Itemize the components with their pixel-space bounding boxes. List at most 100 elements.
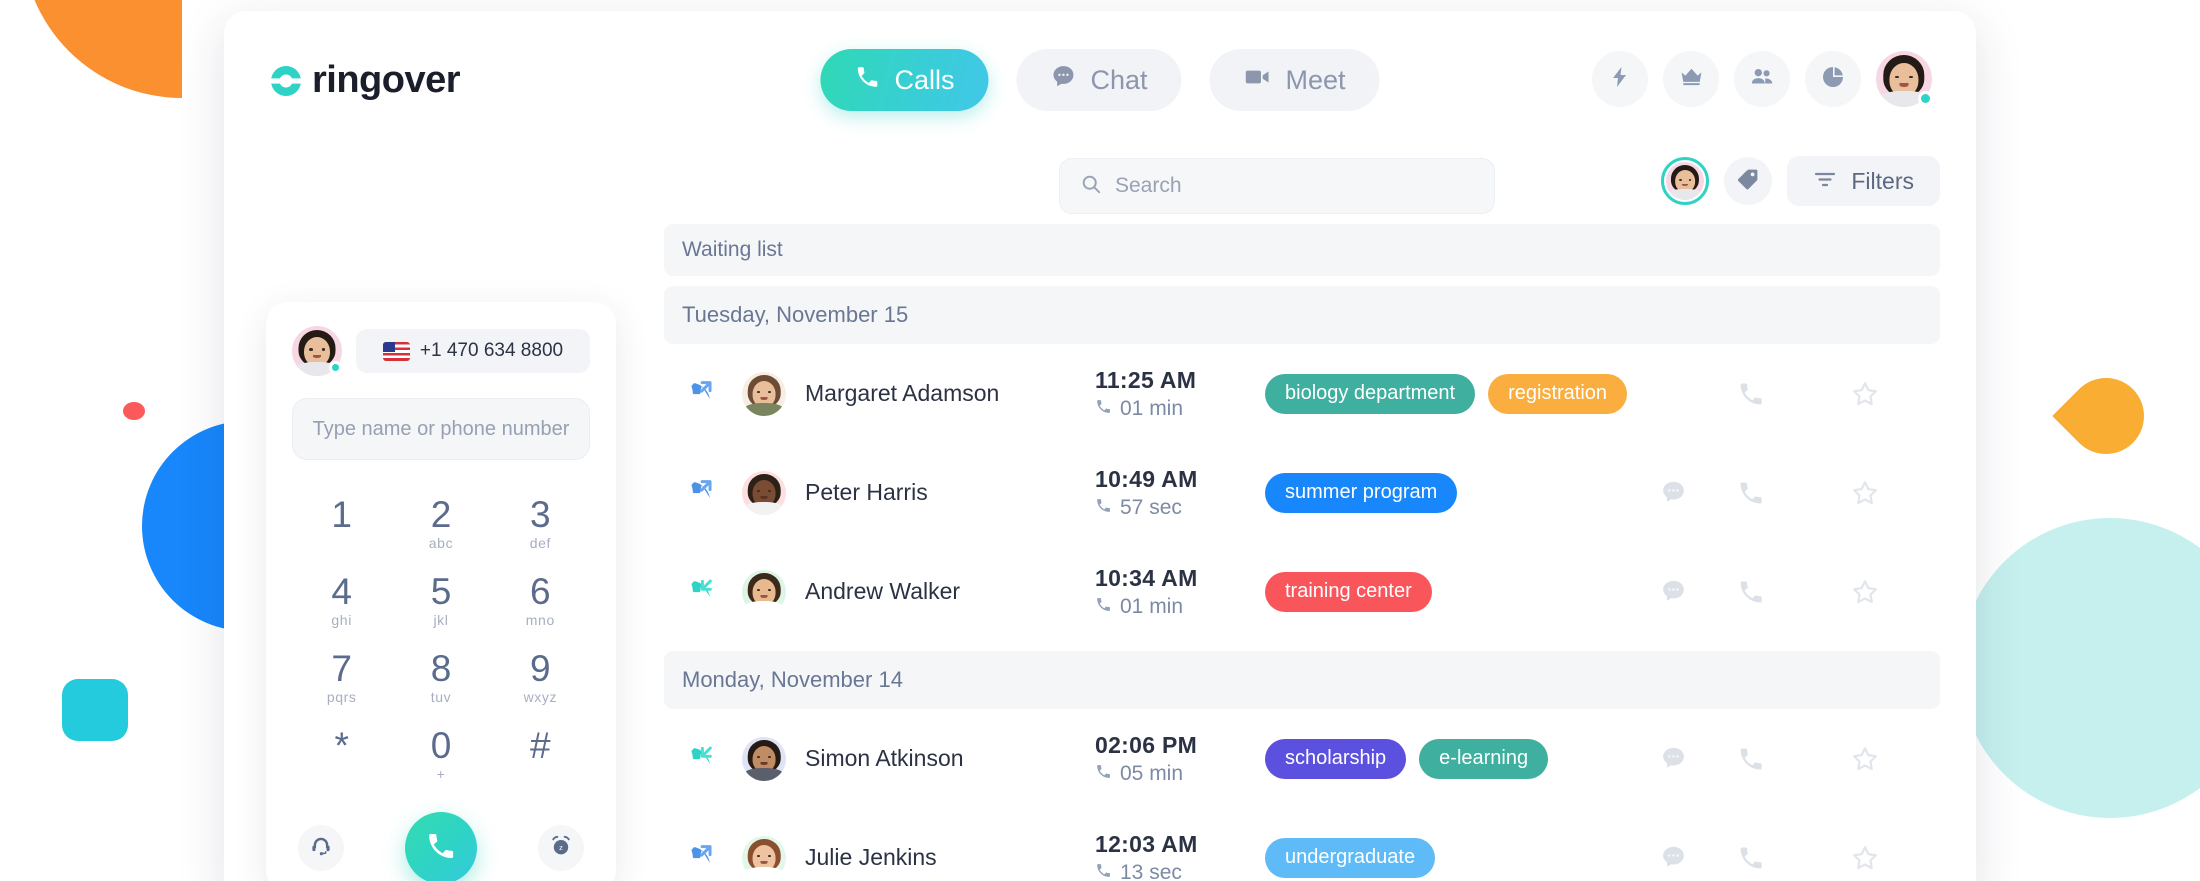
favorite-button[interactable] xyxy=(1790,379,1940,409)
chat-button[interactable] xyxy=(1634,578,1712,605)
key-5[interactable]: 5 jkl xyxy=(391,569,490,632)
search-input[interactable]: Search xyxy=(1059,158,1495,214)
call-tag[interactable]: biology department xyxy=(1265,373,1476,414)
calls-list: Waiting list Tuesday, November 15 Margar… xyxy=(634,224,1976,881)
call-duration: 01 min xyxy=(1120,396,1184,420)
key-digit: 1 xyxy=(331,494,352,535)
decoration-mint-circle xyxy=(1960,518,2200,818)
contacts-button[interactable] xyxy=(1734,51,1790,107)
call-back-button[interactable] xyxy=(1712,578,1790,606)
table-row[interactable]: Andrew Walker 10:34 AM 01 min training c… xyxy=(664,542,1940,641)
favorite-button[interactable] xyxy=(1790,577,1940,607)
key-0[interactable]: 0 + xyxy=(391,723,490,786)
call-tag[interactable]: undergraduate xyxy=(1265,837,1436,878)
chat-button[interactable] xyxy=(1634,844,1712,871)
favorite-button[interactable] xyxy=(1790,478,1940,508)
call-back-button[interactable] xyxy=(1712,844,1790,872)
tab-calls[interactable]: Calls xyxy=(820,49,989,111)
key-letters: jkl xyxy=(433,612,449,628)
statistics-button[interactable] xyxy=(1805,51,1861,107)
decoration-red-dot xyxy=(123,402,145,420)
row-actions xyxy=(1634,379,1940,409)
key-4[interactable]: 4 ghi xyxy=(292,569,391,632)
call-back-button[interactable] xyxy=(1712,745,1790,773)
tab-chat[interactable]: Chat xyxy=(1016,49,1182,111)
ringover-logo-icon xyxy=(269,64,303,98)
key-digit: 7 xyxy=(331,648,352,689)
chat-button[interactable] xyxy=(1634,479,1712,506)
tab-chat-label: Chat xyxy=(1090,64,1148,95)
logo-wordmark: ringover xyxy=(312,59,461,101)
table-row[interactable]: Simon Atkinson 02:06 PM 05 min scholarsh… xyxy=(664,709,1940,808)
outgoing-call-icon xyxy=(682,476,726,510)
call-duration-block: 01 min xyxy=(1095,595,1265,619)
waiting-list-header: Waiting list xyxy=(664,224,1940,276)
table-row[interactable]: Peter Harris 10:49 AM 57 sec summer prog… xyxy=(664,443,1940,542)
tab-calls-label: Calls xyxy=(894,64,955,95)
tab-meet[interactable]: Meet xyxy=(1209,49,1380,111)
contact-name: Peter Harris xyxy=(805,479,928,505)
table-row[interactable]: Julie Jenkins 12:03 AM 13 sec undergradu… xyxy=(664,808,1940,881)
avatar xyxy=(742,371,786,416)
dialer-footer: z xyxy=(292,812,590,881)
incoming-call-icon xyxy=(682,575,726,609)
key-star[interactable]: * xyxy=(292,723,391,786)
key-digit: 5 xyxy=(430,571,452,612)
tag-icon xyxy=(1736,167,1760,196)
dialer-avatar[interactable] xyxy=(292,326,342,376)
lightning-bolt-icon xyxy=(1608,65,1632,94)
call-back-button[interactable] xyxy=(1712,380,1790,408)
key-6[interactable]: 6 mno xyxy=(491,569,590,632)
phone-icon xyxy=(1095,595,1112,619)
call-time-block: 10:34 AM 01 min xyxy=(1095,565,1265,619)
profile-avatar-button[interactable] xyxy=(1876,51,1933,107)
favorite-button[interactable] xyxy=(1790,843,1940,873)
key-8[interactable]: 8 tuv xyxy=(391,646,490,709)
top-action-buttons xyxy=(1592,51,1933,107)
headset-button[interactable] xyxy=(298,825,344,871)
filters-button[interactable]: Filters xyxy=(1787,156,1940,206)
key-digit: 2 xyxy=(430,494,452,535)
key-hash[interactable]: # xyxy=(491,723,590,786)
key-7[interactable]: 7 pqrs xyxy=(292,646,391,709)
table-row[interactable]: Margaret Adamson 11:25 AM 01 min biology… xyxy=(664,344,1940,443)
date-group-header: Monday, November 14 xyxy=(664,651,1940,709)
dialer-header: +1 470 634 8800 xyxy=(292,326,590,376)
tag-list: scholarship e-learning xyxy=(1265,738,1634,779)
tag-filter-button[interactable] xyxy=(1724,157,1773,205)
contact-avatar xyxy=(742,736,786,781)
phone-number-label: +1 470 634 8800 xyxy=(419,340,564,361)
premium-button[interactable] xyxy=(1663,51,1719,107)
call-duration: 01 min xyxy=(1120,594,1184,618)
contact-name: Andrew Walker xyxy=(805,578,961,604)
call-tag[interactable]: summer program xyxy=(1265,472,1458,513)
key-9[interactable]: 9 wxyz xyxy=(491,646,590,709)
call-back-button[interactable] xyxy=(1712,479,1790,507)
dial-input[interactable]: Type name or phone number xyxy=(292,398,590,460)
key-1[interactable]: 1 xyxy=(292,492,391,555)
call-time-block: 02:06 PM 05 min xyxy=(1095,732,1265,786)
key-2[interactable]: 2 abc xyxy=(391,492,490,555)
call-duration: 05 min xyxy=(1120,761,1184,785)
call-tag[interactable]: e-learning xyxy=(1419,738,1549,779)
user-filter-avatar[interactable] xyxy=(1661,157,1710,205)
call-tag[interactable]: scholarship xyxy=(1265,738,1407,779)
call-tag[interactable]: training center xyxy=(1265,571,1432,612)
crown-icon xyxy=(1679,64,1704,94)
caller-id-number[interactable]: +1 470 634 8800 xyxy=(356,329,590,373)
key-letters: abc xyxy=(428,535,454,551)
dial-keypad: 1 2 abc 3 def 4 ghi 5 jkl 6 mno 7 pqrs 8… xyxy=(292,492,590,786)
call-button[interactable] xyxy=(405,812,477,881)
call-duration-block: 01 min xyxy=(1095,397,1265,421)
chat-button[interactable] xyxy=(1634,745,1712,772)
snooze-button[interactable]: z xyxy=(538,825,584,871)
favorite-button[interactable] xyxy=(1790,744,1940,774)
top-navigation-bar: ringover Calls Chat Meet xyxy=(224,11,1976,128)
call-tag[interactable]: registration xyxy=(1488,373,1628,414)
dialer-column: +1 470 634 8800 Type name or phone numbe… xyxy=(224,128,634,881)
power-dialer-button[interactable] xyxy=(1592,51,1648,107)
waiting-list-label: Waiting list xyxy=(682,238,783,261)
app-logo[interactable]: ringover xyxy=(269,59,461,102)
incoming-call-icon xyxy=(682,742,726,776)
key-3[interactable]: 3 def xyxy=(491,492,590,555)
